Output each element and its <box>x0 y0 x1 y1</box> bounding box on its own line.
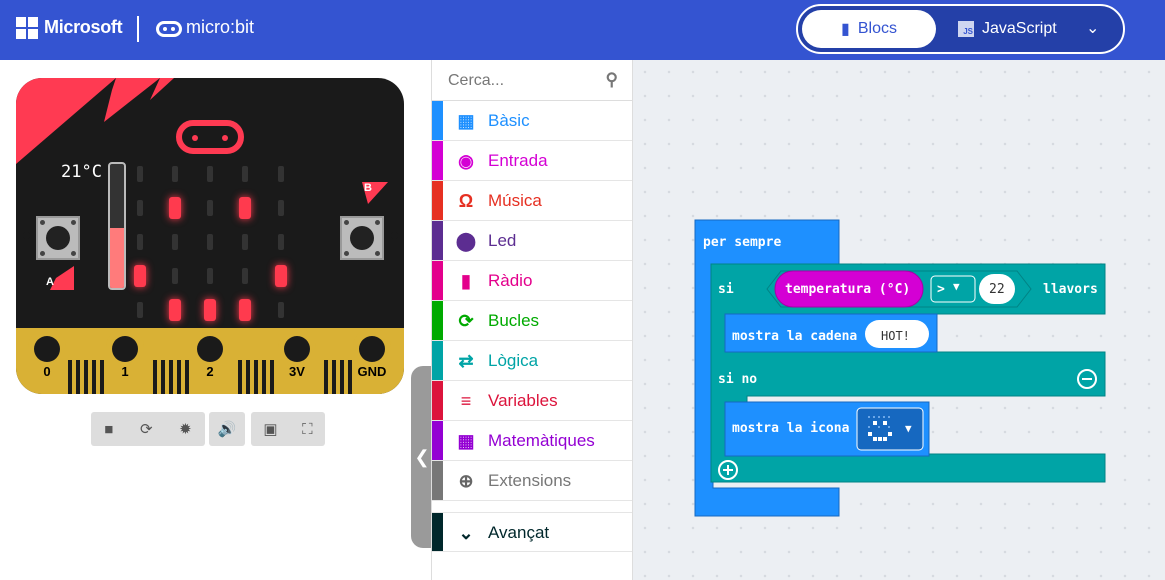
simulator-panel: 21°C A B 0 1 2 3V GND ■ ⟳ ✹ 🔊 ▣ ⛶ <box>0 60 431 580</box>
tab-javascript[interactable]: JS JavaScript <box>958 10 1057 48</box>
chevron-down-icon: ⌄ <box>458 522 474 543</box>
value-field[interactable]: 22 <box>989 282 1005 297</box>
lines-icon: ≡ <box>460 390 472 411</box>
toolbox: Cerca... ⚲ ▦ Bàsic ◉ Entrada Ω Música ⬤ Led … <box>431 60 633 580</box>
microsoft-brand[interactable]: Microsoft <box>44 17 123 38</box>
pin-0[interactable]: 0 <box>28 328 66 384</box>
pin-gnd[interactable]: GND <box>353 328 391 384</box>
button-b-label: B <box>364 182 372 194</box>
category-advanced[interactable]: ⌄ Avançat <box>432 512 632 552</box>
temperature-level <box>110 228 124 288</box>
sim-controls-sound: 🔊 <box>209 412 245 446</box>
button-a[interactable] <box>36 216 80 260</box>
plus-circle-icon: ⊕ <box>458 470 474 491</box>
debug-icon[interactable]: ✹ <box>179 420 192 438</box>
tab-blocks[interactable]: ▮ Blocs <box>802 10 936 48</box>
category-math[interactable]: ▦ Matemàtiques <box>432 421 632 461</box>
chevron-down-icon[interactable]: ▼ <box>953 280 960 293</box>
sound-icon[interactable]: 🔊 <box>218 420 237 438</box>
circle-icon: ◉ <box>458 150 474 171</box>
then-label: llavors <box>1043 282 1098 297</box>
category-input[interactable]: ◉ Entrada <box>432 141 632 181</box>
icon-grid <box>868 416 892 441</box>
temperature-readout: 21°C <box>61 162 102 182</box>
button-b[interactable] <box>340 216 384 260</box>
if-label[interactable]: si <box>718 282 734 297</box>
restart-icon[interactable]: ⟳ <box>140 420 153 438</box>
signal-icon: ▮ <box>461 270 471 291</box>
sim-controls-view: ▣ ⛶ <box>251 412 325 446</box>
button-a-label: A <box>46 276 54 288</box>
editor-toggle: ▮ Blocs JS JavaScript ⌄ <box>796 4 1125 54</box>
tab-javascript-label: JavaScript <box>982 20 1057 37</box>
microbit-brand[interactable]: micro:bit <box>186 17 254 38</box>
temperature-slider[interactable] <box>108 162 126 290</box>
category-basic[interactable]: ▦ Bàsic <box>432 101 632 141</box>
tab-blocks-label: Blocs <box>857 20 897 37</box>
category-led[interactable]: ⬤ Led <box>432 221 632 261</box>
forever-label[interactable]: per sempre <box>703 235 781 250</box>
stop-icon[interactable]: ■ <box>104 421 113 438</box>
logo-touch-icon[interactable] <box>176 120 244 154</box>
grid-icon: ▦ <box>457 110 475 131</box>
sim-controls-main: ■ ⟳ ✹ <box>91 412 205 446</box>
loop-icon: ⟳ <box>458 310 474 331</box>
category-variables[interactable]: ≡ Variables <box>432 381 632 421</box>
category-music[interactable]: Ω Música <box>432 181 632 221</box>
board-dot-right <box>391 232 398 239</box>
category-extensions[interactable]: ⊕ Extensions <box>432 461 632 501</box>
toolbox-search[interactable]: Cerca... ⚲ <box>432 60 632 101</box>
js-icon: JS <box>958 21 974 37</box>
board-dot-left <box>23 232 30 239</box>
chevron-down-icon[interactable]: ▼ <box>905 422 912 435</box>
else-label: si no <box>718 372 758 387</box>
shuffle-icon: ⇄ <box>458 350 474 371</box>
top-bar: Microsoft micro:bit ▮ Blocs JS JavaScrip… <box>0 0 1165 60</box>
toolbox-spacer <box>432 501 632 512</box>
puzzle-icon: ▮ <box>841 21 850 38</box>
chevron-down-icon[interactable]: ⌄ <box>1086 18 1099 38</box>
show-string-label[interactable]: mostra la cadena <box>732 329 857 344</box>
block-program <box>694 219 1106 517</box>
toggle-icon: ⬤ <box>455 230 477 251</box>
category-radio[interactable]: ▮ Ràdio <box>432 261 632 301</box>
microbit-board: 21°C A B 0 1 2 3V GND <box>16 78 404 394</box>
blocks-workspace[interactable]: per sempre si temperatura (°C) > ▼ 22 ll… <box>633 60 1165 580</box>
temperature-label[interactable]: temperatura (°C) <box>785 282 910 297</box>
pin-2[interactable]: 2 <box>191 328 229 384</box>
category-logic[interactable]: ⇄ Lògica <box>432 341 632 381</box>
microbit-logo-icon[interactable] <box>156 21 182 37</box>
search-icon[interactable]: ⚲ <box>606 70 618 90</box>
pin-3v[interactable]: 3V <box>278 328 316 384</box>
category-loops[interactable]: ⟳ Bucles <box>432 301 632 341</box>
string-field[interactable]: HOT! <box>881 329 910 343</box>
operator-dropdown[interactable]: > <box>937 282 945 297</box>
search-input[interactable]: Cerca... <box>448 72 504 90</box>
collapse-simulator-button[interactable]: ❮ <box>411 366 433 548</box>
microsoft-logo-icon[interactable] <box>16 17 38 39</box>
show-icon-label[interactable]: mostra la icona <box>732 421 849 436</box>
screenshot-icon[interactable]: ▣ <box>263 420 277 438</box>
headphones-icon: Ω <box>458 190 474 211</box>
fullscreen-icon[interactable]: ⛶ <box>302 421 313 438</box>
icon-preview[interactable] <box>865 414 895 444</box>
brand-divider <box>137 16 139 42</box>
calculator-icon: ▦ <box>457 430 475 451</box>
pin-1[interactable]: 1 <box>106 328 144 384</box>
